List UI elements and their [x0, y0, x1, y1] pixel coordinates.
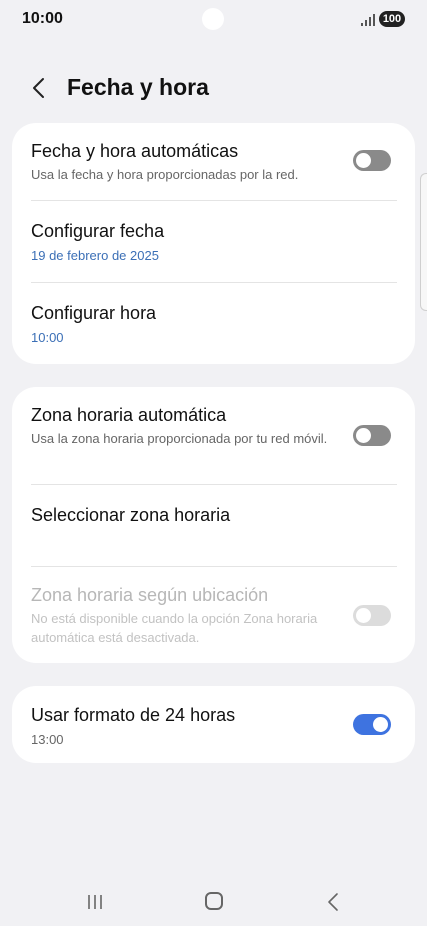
- chevron-left-icon[interactable]: [28, 76, 50, 100]
- set-date-row[interactable]: Configurar fecha 19 de febrero de 2025: [12, 201, 415, 282]
- toggle-knob: [356, 153, 371, 168]
- set-time-title: Configurar hora: [31, 303, 157, 323]
- status-time: 10:00: [22, 10, 63, 27]
- navigation-bar: [0, 880, 427, 926]
- auto-timezone-toggle[interactable]: [353, 425, 391, 446]
- page-header: Fecha y hora: [0, 66, 427, 110]
- status-bar: 10:00 100: [0, 0, 427, 40]
- location-timezone-subtitle: No está disponible cuando la opción Zona…: [31, 611, 318, 645]
- signal-icon: [361, 14, 375, 26]
- location-timezone-row: Zona horaria según ubicación No está dis…: [12, 567, 415, 663]
- set-date-title: Configurar fecha: [31, 221, 165, 241]
- battery-level: 100: [382, 13, 402, 25]
- auto-timezone-title: Zona horaria automática: [31, 405, 227, 425]
- select-timezone-title: Seleccionar zona horaria: [31, 505, 231, 525]
- scroll-handle[interactable]: [420, 173, 427, 311]
- battery-icon: 100: [379, 11, 405, 27]
- back-icon[interactable]: [325, 891, 341, 913]
- auto-datetime-row[interactable]: Fecha y hora automáticas Usa la fecha y …: [12, 123, 415, 200]
- auto-datetime-subtitle: Usa la fecha y hora proporcionadas por l…: [31, 167, 299, 182]
- toggle-knob: [356, 608, 371, 623]
- toggle-knob: [373, 717, 388, 732]
- card-24h-format: Usar formato de 24 horas 13:00: [12, 686, 415, 763]
- location-timezone-toggle: [353, 605, 391, 626]
- auto-datetime-title: Fecha y hora automáticas: [31, 141, 239, 161]
- set-time-row[interactable]: Configurar hora 10:00: [12, 283, 415, 364]
- format-24h-value: 13:00: [31, 732, 64, 747]
- set-time-value: 10:00: [31, 330, 64, 345]
- home-icon[interactable]: [205, 892, 223, 910]
- format-24h-toggle[interactable]: [353, 714, 391, 735]
- format-24h-row[interactable]: Usar formato de 24 horas 13:00: [12, 686, 415, 763]
- auto-timezone-row[interactable]: Zona horaria automática Usa la zona hora…: [12, 387, 415, 484]
- auto-datetime-toggle[interactable]: [353, 150, 391, 171]
- camera-cutout: [202, 8, 224, 30]
- set-date-value: 19 de febrero de 2025: [31, 248, 159, 263]
- recents-icon[interactable]: [86, 894, 104, 910]
- location-timezone-title: Zona horaria según ubicación: [31, 585, 269, 605]
- toggle-knob: [356, 428, 371, 443]
- auto-timezone-subtitle: Usa la zona horaria proporcionada por tu…: [31, 431, 328, 446]
- card-timezone: Zona horaria automática Usa la zona hora…: [12, 387, 415, 663]
- select-timezone-row[interactable]: Seleccionar zona horaria: [12, 485, 415, 566]
- format-24h-title: Usar formato de 24 horas: [31, 705, 236, 725]
- page-title: Fecha y hora: [67, 74, 209, 100]
- card-date-time: Fecha y hora automáticas Usa la fecha y …: [12, 123, 415, 364]
